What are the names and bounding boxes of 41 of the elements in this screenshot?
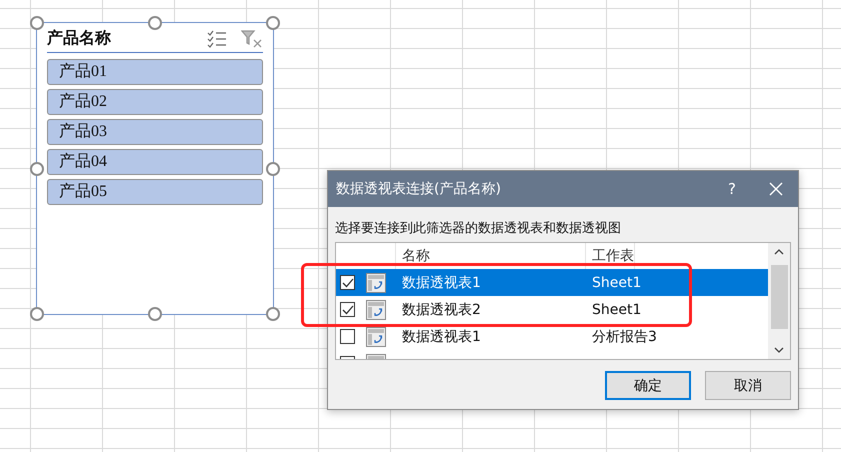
list-row[interactable]: 数据透视表1 分析报告3 xyxy=(336,323,768,350)
checkbox[interactable] xyxy=(340,302,355,317)
close-icon xyxy=(769,182,783,196)
slicer-title: 产品名称 xyxy=(47,28,112,49)
list-row[interactable]: 数据透视表2 Sheet1 xyxy=(336,296,768,323)
list-row[interactable]: 数据透视表1 Sheet1 xyxy=(336,269,768,296)
slicer-item[interactable]: 产品03 xyxy=(47,119,263,145)
instruction-text: 选择要连接到此筛选器的数据透视表和数据透视图 xyxy=(335,220,622,237)
slicer-item[interactable]: 产品05 xyxy=(47,179,263,205)
pivot-table-icon xyxy=(366,272,386,292)
slicer-item[interactable]: 产品04 xyxy=(47,149,263,175)
clear-filter-icon[interactable] xyxy=(241,30,263,48)
resize-handle[interactable] xyxy=(266,307,280,321)
table-cell-text: 数据透视表2 xyxy=(401,300,482,318)
resize-handle[interactable] xyxy=(148,16,162,30)
dialog-title: 数据透视表连接(产品名称) xyxy=(336,180,502,198)
resize-handle[interactable] xyxy=(148,307,162,321)
table-cell-text: Sheet1 xyxy=(591,302,642,318)
scroll-up-icon xyxy=(774,249,784,255)
resize-handle[interactable] xyxy=(30,16,44,30)
checkbox[interactable] xyxy=(340,275,355,290)
multi-select-icon[interactable] xyxy=(207,30,227,48)
pivot-table-icon xyxy=(366,300,386,320)
table-cell-text: Sheet1 xyxy=(591,274,642,290)
resize-handle[interactable] xyxy=(30,307,44,321)
ok-button[interactable]: 确定 xyxy=(605,371,691,400)
scrollbar[interactable] xyxy=(768,243,790,359)
checkbox[interactable] xyxy=(340,329,355,344)
pivot-table-icon xyxy=(366,326,386,346)
scroll-down-icon xyxy=(774,347,784,353)
table-cell-text: 数据透视表1 xyxy=(401,328,482,346)
table-cell-text: 数据透视表1 xyxy=(401,274,482,292)
cancel-button[interactable]: 取消 xyxy=(705,371,791,400)
resize-handle[interactable] xyxy=(266,16,280,30)
resize-handle[interactable] xyxy=(30,162,44,176)
resize-handle[interactable] xyxy=(266,162,280,176)
help-button[interactable]: ? xyxy=(710,171,754,207)
scroll-thumb[interactable] xyxy=(770,265,788,329)
slicer-item[interactable]: 产品02 xyxy=(47,89,263,115)
slicer-item[interactable]: 产品01 xyxy=(47,59,263,85)
table-cell-text: 分析报告3 xyxy=(591,328,657,346)
